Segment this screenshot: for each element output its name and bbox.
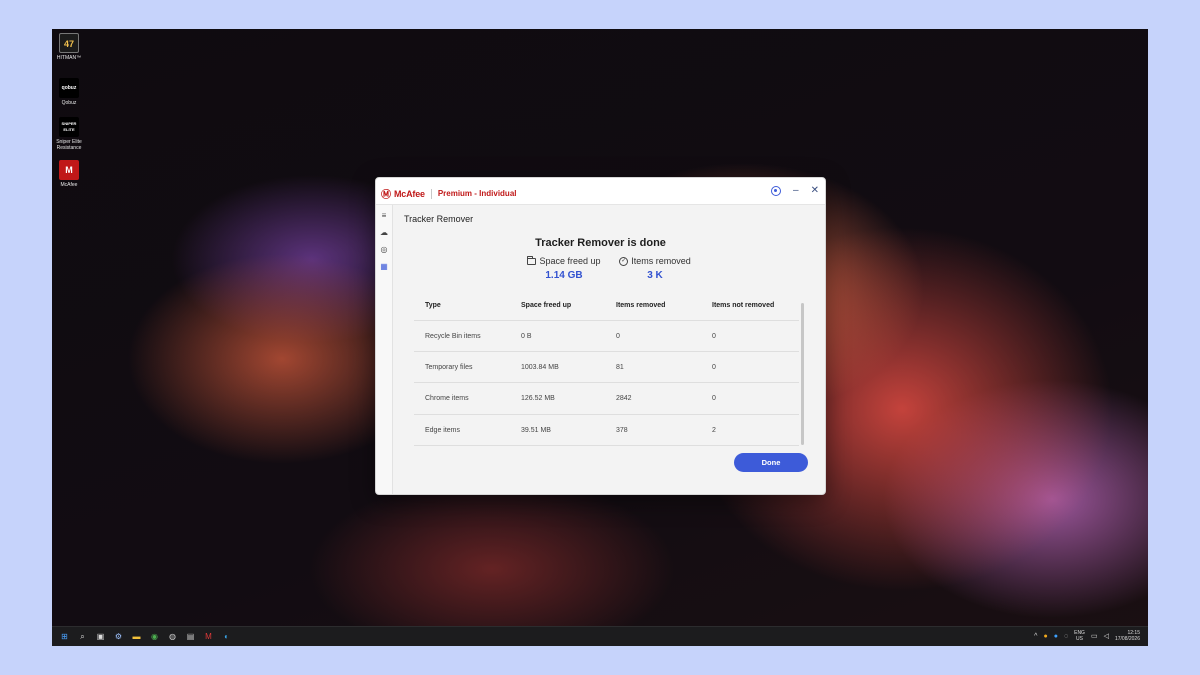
desktop-icon-sniper-elite[interactable]: SNIPER ELITE Sniper Elite Resistance [54, 117, 84, 151]
header-type: Type [425, 302, 441, 309]
clock[interactable]: 12:15 17/08/2026 [1115, 630, 1140, 642]
cell-not-removed: 0 [712, 333, 716, 340]
language-indicator[interactable]: ENG US [1074, 630, 1085, 642]
space-freed-stat: Space freed up 1.14 GB [522, 255, 606, 281]
space-freed-value: 1.14 GB [545, 270, 583, 281]
hitman-icon: 47 [59, 33, 79, 53]
close-button[interactable]: ✕ [811, 185, 819, 197]
cell-space: 1003.84 MB [521, 364, 559, 372]
mcafee-taskbar-icon[interactable]: M [202, 630, 215, 643]
cell-not-removed: 2 [712, 426, 716, 434]
clock-date: 17/08/2026 [1114, 636, 1140, 642]
check-circle-icon: ✓ [619, 256, 629, 266]
cell-removed: 0 [616, 333, 620, 340]
system-tray: ^ ● ● ◌ ENG US ▭ ◁ 12:15 17/08/2026 [1034, 630, 1140, 642]
chrome-icon[interactable]: ◉ [148, 630, 161, 643]
file-explorer-icon[interactable]: ▬ [130, 630, 143, 643]
table-header: Type Space freed up Items removed Items … [414, 291, 799, 321]
cell-space: 39.51 MB [521, 426, 551, 434]
cell-removed: 2842 [616, 395, 632, 403]
cell-not-removed: 0 [712, 364, 716, 372]
header-space: Space freed up [521, 302, 572, 309]
tray-app-icon[interactable]: ● [1043, 633, 1047, 640]
settings-icon[interactable]: ⚙ [112, 630, 125, 643]
table-row: Edge items 39.51 MB 378 2 [414, 415, 799, 446]
title-bar: Ⓜ McAfee Premium - Individual – ✕ [376, 178, 825, 205]
menu-icon[interactable]: ≡ [379, 211, 389, 221]
cell-type: Temporary files [425, 364, 473, 372]
volume-icon[interactable]: ◁ [1104, 632, 1109, 640]
task-view-icon[interactable]: ▣ [94, 630, 107, 643]
window-controls: – ✕ [771, 185, 819, 197]
cell-type: Recycle Bin items [425, 333, 481, 340]
sniper-elite-icon: SNIPER ELITE [59, 117, 79, 137]
cell-type: Edge items [425, 426, 461, 434]
table-row: Chrome items 126.52 MB 2842 0 [414, 383, 799, 415]
space-freed-label-row: Space freed up [522, 255, 606, 266]
result-heading: Tracker Remover is done [535, 237, 666, 249]
cell-removed: 81 [616, 364, 624, 372]
desktop-icon-label: Sniper Elite Resistance [56, 139, 82, 151]
app-icon[interactable]: ▤ [184, 630, 197, 643]
start-icon[interactable]: ⊞ [58, 630, 71, 643]
qobuz-icon: qobuz [59, 78, 79, 98]
taskbar-apps: ⊞ ⌕ ▣ ⚙ ▬ ◉ ◍ ▤ M ◐ [58, 630, 233, 643]
desktop-icon-label: HITMAN™ [56, 55, 82, 61]
items-removed-value: 3 K [647, 270, 663, 281]
results-table: Type Space freed up Items removed Items … [414, 291, 799, 446]
steam-icon[interactable]: ◍ [166, 630, 179, 643]
chevron-up-icon[interactable]: ^ [1034, 633, 1037, 640]
space-freed-label: Space freed up [539, 256, 601, 266]
tray-app-icon[interactable]: ◌ [1064, 633, 1068, 640]
desktop-icon-mcafee[interactable]: M McAfee [54, 160, 84, 188]
desktop-icon-label: McAfee [60, 182, 78, 188]
mcafee-logo-icon: Ⓜ [381, 190, 391, 201]
folder-icon [527, 255, 537, 265]
plan-name: Premium - Individual [437, 189, 517, 198]
header-removed: Items removed [616, 302, 666, 309]
cell-type: Chrome items [425, 395, 469, 403]
brand-divider [430, 188, 432, 199]
minimize-button[interactable]: – [793, 185, 799, 197]
help-icon[interactable] [771, 186, 782, 196]
items-removed-label: Items removed [631, 256, 691, 266]
items-removed-stat: ✓ Items removed 3 K [613, 256, 697, 281]
cell-removed: 378 [616, 426, 628, 434]
cell-not-removed: 0 [712, 395, 716, 403]
taskbar: ⊞ ⌕ ▣ ⚙ ▬ ◉ ◍ ▤ M ◐ ^ ● ● ◌ ENG US ▭ ◁ 1… [52, 626, 1148, 646]
network-icon[interactable]: ▭ [1091, 632, 1098, 640]
cell-space: 126.52 MB [521, 395, 555, 403]
table-row: Recycle Bin items 0 B 0 0 [414, 321, 799, 353]
items-removed-label-row: ✓ Items removed [613, 256, 697, 266]
desktop-icon-hitman[interactable]: 47 HITMAN™ [54, 33, 84, 61]
done-button[interactable]: Done [734, 453, 808, 472]
desktop-icon-label: Qobuz [61, 100, 77, 106]
desktop-icon-qobuz[interactable]: qobuz Qobuz [54, 78, 84, 106]
tray-app-icon[interactable]: ● [1054, 633, 1058, 640]
header-not-removed: Items not removed [712, 302, 775, 309]
brand-name: McAfee [394, 188, 425, 199]
language-bottom: US [1076, 636, 1083, 642]
cell-space: 0 B [521, 333, 532, 340]
mcafee-window: Ⓜ McAfee Premium - Individual – ✕ ≡ ☁ ◎ … [375, 177, 826, 495]
edge-icon[interactable]: ◐ [220, 630, 233, 643]
table-scrollbar[interactable] [801, 303, 804, 445]
page-title: Tracker Remover [404, 214, 474, 224]
apps-grid-icon[interactable]: ▦ [379, 262, 389, 272]
brand: Ⓜ McAfee Premium - Individual [381, 186, 517, 201]
search-icon[interactable]: ⌕ [76, 630, 89, 643]
table-row: Temporary files 1003.84 MB 81 0 [414, 352, 799, 384]
mcafee-icon: M [59, 160, 79, 180]
